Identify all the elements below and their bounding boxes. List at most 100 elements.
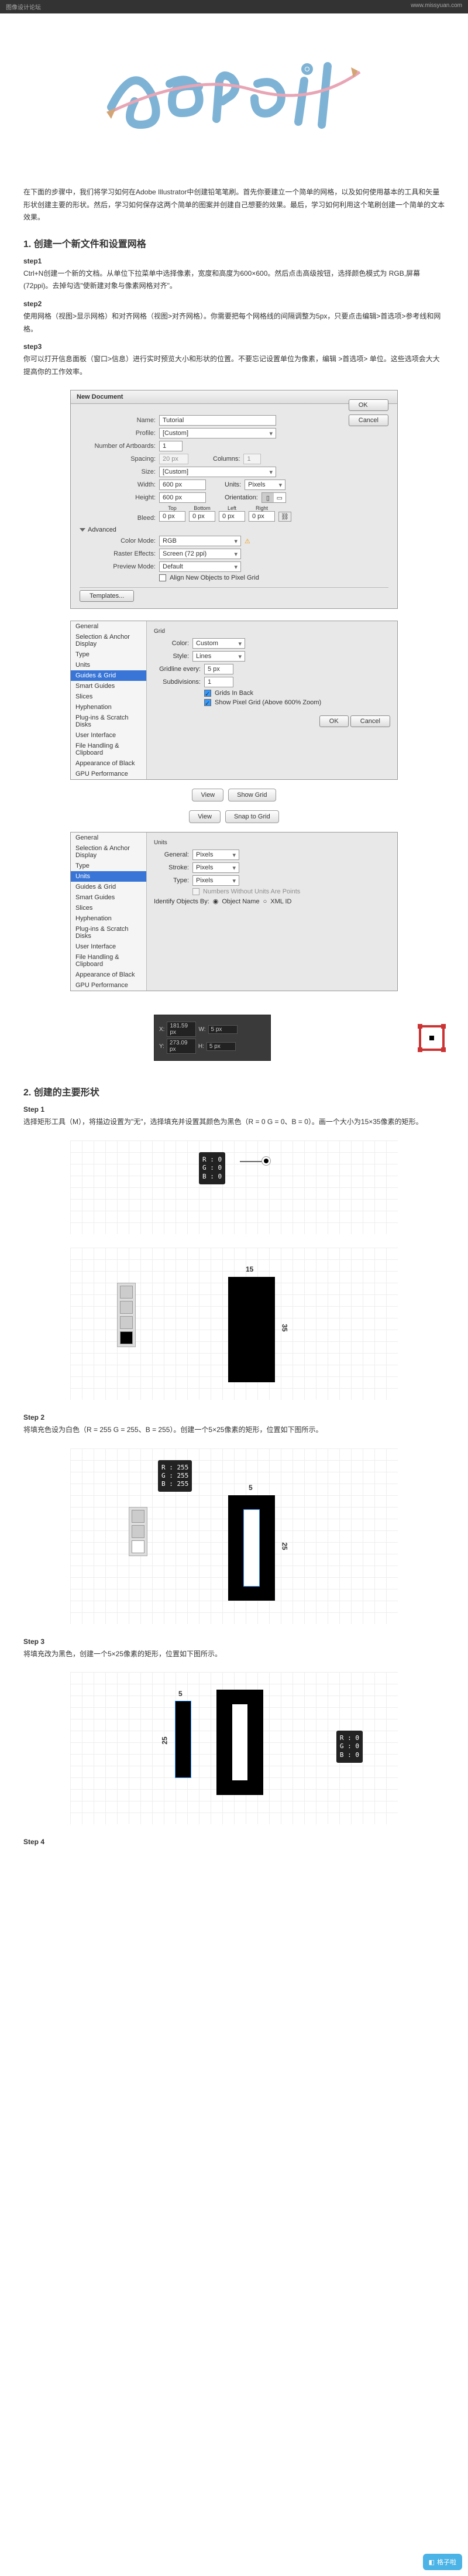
general-select[interactable]: Pixels: [192, 849, 239, 860]
step2-1-label: Step 1: [23, 1105, 445, 1114]
fill-swatch-white[interactable]: [132, 1540, 144, 1553]
orientation-toggle[interactable]: ▯▭: [261, 492, 286, 503]
view-button-1[interactable]: View: [192, 789, 223, 801]
align-pixel-checkbox[interactable]: [159, 574, 166, 581]
prefs-side-item[interactable]: Smart Guides: [71, 892, 146, 903]
prefs-side-item[interactable]: File Handling & Clipboard: [71, 952, 146, 970]
step1-text: Ctrl+N创建一个新的文档。从单位下拉菜单中选择像素，宽度和高度为600×60…: [23, 268, 445, 293]
colormode-select[interactable]: RGB: [159, 536, 241, 546]
info-x-value: 181.59 px: [167, 1022, 196, 1037]
prefs-side-item[interactable]: General: [71, 621, 146, 632]
name-label: Name:: [80, 417, 156, 424]
figure-3: R : 255G : 255B : 255 5 25: [23, 1448, 445, 1626]
pixelgrid-checkbox[interactable]: ✓: [204, 699, 211, 706]
height-input[interactable]: 600 px: [159, 492, 206, 503]
templates-button[interactable]: Templates...: [80, 590, 134, 602]
subdiv-input[interactable]: 1: [204, 677, 233, 687]
tool-icon[interactable]: [120, 1316, 133, 1329]
radio-icon[interactable]: ◉: [213, 898, 219, 905]
prefs-side-item[interactable]: User Interface: [71, 941, 146, 952]
prefs-side-item[interactable]: GPU Performance: [71, 769, 146, 779]
prefs-side-item[interactable]: File Handling & Clipboard: [71, 741, 146, 758]
prefs-side-item[interactable]: Type: [71, 649, 146, 660]
prefs-side-item[interactable]: Smart Guides: [71, 681, 146, 691]
prefs-side-item[interactable]: Plug-ins & Scratch Disks: [71, 924, 146, 941]
prefs-side-item[interactable]: Hyphenation: [71, 702, 146, 712]
link-icon[interactable]: ⛓: [278, 512, 291, 522]
prefs-ok-button[interactable]: OK: [319, 715, 349, 727]
prefs-side-item[interactable]: Selection & Anchor Display: [71, 843, 146, 861]
stroke-select[interactable]: Pixels: [192, 862, 239, 873]
raster-select[interactable]: Screen (72 ppi): [159, 549, 241, 559]
spacing-input[interactable]: 20 px: [159, 454, 188, 464]
preview-select[interactable]: Default: [159, 561, 241, 572]
tool-icon[interactable]: [120, 1301, 133, 1314]
bleed-right-input[interactable]: 0 px: [249, 511, 275, 522]
bleed-label: Bleed:: [80, 515, 156, 522]
grid-color-select[interactable]: Custom: [192, 638, 245, 649]
pixelgrid-label: Show Pixel Grid (Above 600% Zoom): [215, 699, 321, 706]
spacing-label: Spacing:: [80, 455, 156, 463]
prefs-side-item[interactable]: User Interface: [71, 730, 146, 741]
name-input[interactable]: Tutorial: [159, 415, 276, 426]
artboards-input[interactable]: 1: [159, 441, 183, 451]
step2-1-text: 选择矩形工具（M），将描边设置为"无"，选择填充并设置其颜色为黑色（R = 0 …: [23, 1116, 445, 1129]
identify-label: Identify Objects By:: [154, 898, 209, 905]
profile-label: Profile:: [80, 430, 156, 437]
orientation-label: Orientation:: [225, 494, 258, 501]
preview-label: Preview Mode:: [80, 563, 156, 570]
prefs-side-item[interactable]: General: [71, 833, 146, 843]
show-grid-button[interactable]: Show Grid: [228, 789, 276, 801]
cancel-button[interactable]: Cancel: [349, 415, 388, 426]
info-h-label: H:: [198, 1043, 204, 1050]
columns-input[interactable]: 1: [243, 454, 261, 464]
prefs-cancel-button[interactable]: Cancel: [350, 715, 390, 727]
prefs-side-item[interactable]: Hyphenation: [71, 913, 146, 924]
radio-icon-2[interactable]: ○: [263, 898, 267, 905]
info-h-value: 5 px: [207, 1042, 236, 1051]
prefs-side-item[interactable]: GPU Performance: [71, 980, 146, 991]
prefs-side-item[interactable]: Slices: [71, 691, 146, 702]
disclosure-icon[interactable]: [80, 528, 85, 532]
prefs-side-item[interactable]: Units: [71, 660, 146, 670]
profile-select[interactable]: [Custom]: [159, 428, 276, 439]
gridline-input[interactable]: 5 px: [204, 664, 233, 674]
preferences-dialog-grid: GeneralSelection & Anchor DisplayTypeUni…: [70, 621, 398, 780]
dim-height-35: 35: [281, 1324, 289, 1331]
tool-icon[interactable]: [132, 1525, 144, 1538]
dim-height-25: 25: [281, 1542, 289, 1550]
gridback-checkbox[interactable]: ✓: [204, 690, 211, 697]
prefs-side-item[interactable]: Slices: [71, 903, 146, 913]
fill-swatch[interactable]: [120, 1331, 133, 1344]
type-select[interactable]: Pixels: [192, 875, 239, 886]
tool-strip: [117, 1283, 136, 1347]
width-input[interactable]: 600 px: [159, 479, 206, 490]
units-select[interactable]: Pixels: [245, 479, 285, 490]
watermark: ◧格子啦: [423, 2554, 462, 2570]
prefs-side-item[interactable]: Appearance of Black: [71, 970, 146, 980]
prefs-side-item[interactable]: Units: [71, 871, 146, 882]
bleed-left-input[interactable]: 0 px: [219, 511, 245, 522]
bleed-bottom-input[interactable]: 0 px: [189, 511, 215, 522]
units-label: Units:: [225, 481, 241, 488]
prefs-side-item[interactable]: Type: [71, 861, 146, 871]
ok-button[interactable]: OK: [349, 399, 388, 411]
prefs-side-item[interactable]: Guides & Grid: [71, 670, 146, 681]
prefs-side-item[interactable]: Appearance of Black: [71, 758, 146, 769]
tool-icon[interactable]: [132, 1510, 144, 1523]
prefs-side-item[interactable]: Plug-ins & Scratch Disks: [71, 712, 146, 730]
black-rect: [228, 1277, 275, 1382]
prefs-side-item[interactable]: Guides & Grid: [71, 882, 146, 892]
bleed-top-input[interactable]: 0 px: [159, 511, 185, 522]
prefs-side-item[interactable]: Selection & Anchor Display: [71, 632, 146, 649]
bleed-bottom-label: Bottom: [189, 505, 215, 511]
new-document-dialog: New Document OK Cancel Name:Tutorial Pro…: [70, 390, 398, 609]
gridline-label: Gridline every:: [154, 666, 201, 673]
size-select[interactable]: [Custom]: [159, 467, 276, 477]
snap-grid-button[interactable]: Snap to Grid: [225, 810, 279, 823]
tool-icon[interactable]: [120, 1286, 133, 1299]
grid-style-select[interactable]: Lines: [192, 651, 245, 662]
columns-label: Columns:: [213, 455, 240, 463]
view-button-2[interactable]: View: [189, 810, 221, 823]
step3-label: step3: [23, 342, 445, 351]
